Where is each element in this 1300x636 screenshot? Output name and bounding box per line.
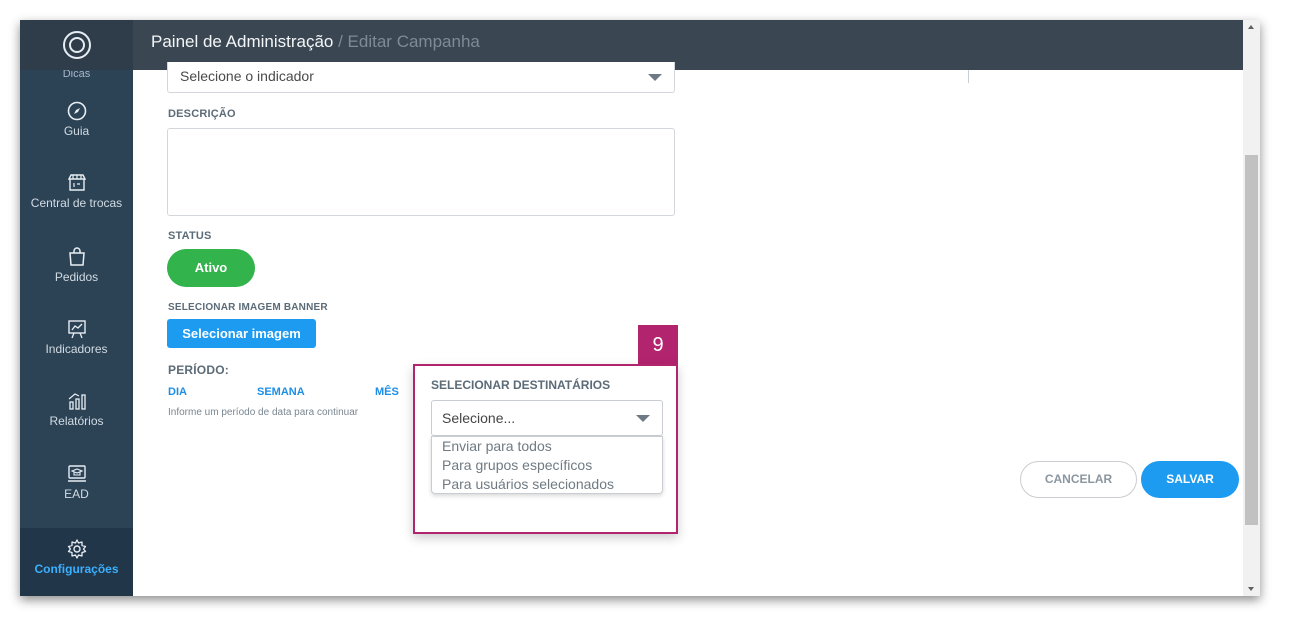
scrollbar-thumb[interactable] (1245, 155, 1258, 525)
header-title: Painel de Administração (151, 32, 334, 51)
period-option-dia[interactable]: DIA (168, 386, 187, 398)
description-textarea[interactable] (167, 128, 675, 216)
indicator-select[interactable]: Selecione o indicador (167, 62, 675, 93)
logo[interactable] (20, 20, 133, 70)
period-label: PERÍODO: (168, 363, 229, 377)
option-usuarios-selecionados[interactable]: Para usuários selecionados (432, 475, 662, 494)
cancel-button[interactable]: CANCELAR (1020, 461, 1137, 498)
sidebar-item-indicadores[interactable]: Indicadores (20, 318, 133, 356)
option-enviar-para-todos[interactable]: Enviar para todos (432, 437, 662, 456)
description-label: DESCRIÇÃO (168, 108, 236, 120)
sidebar-item-dicas[interactable]: Dicas (20, 70, 133, 78)
bag-icon (66, 246, 88, 268)
select-image-button[interactable]: Selecionar imagem (167, 319, 316, 348)
compass-icon (66, 100, 88, 122)
sidebar-item-label: Central de trocas (30, 196, 123, 210)
logo-icon (62, 31, 91, 59)
sidebar-item-guia[interactable]: Guia (20, 100, 133, 138)
sidebar-item-pedidos[interactable]: Pedidos (20, 246, 133, 284)
sidebar-item-label: Indicadores (45, 342, 108, 356)
report-chart-icon (66, 390, 88, 412)
sidebar-item-label: Relatórios (49, 414, 104, 428)
recipients-options-list: Enviar para todos Para grupos específico… (431, 436, 663, 494)
chevron-down-icon (648, 74, 662, 81)
store-icon (66, 172, 88, 194)
chevron-down-icon (636, 415, 650, 422)
gear-icon (66, 538, 88, 560)
scroll-up-icon[interactable] (1248, 25, 1254, 29)
period-hint: Informe um período de data para continua… (168, 407, 359, 418)
indicator-select-value: Selecione o indicador (180, 68, 314, 84)
save-button[interactable]: SALVAR (1141, 461, 1239, 498)
divider (968, 70, 969, 83)
recipients-label: SELECIONAR DESTINATÁRIOS (431, 378, 611, 392)
status-toggle-button[interactable]: Ativo (167, 249, 255, 287)
laptop-graduation-icon (66, 463, 88, 485)
vertical-scrollbar[interactable] (1243, 20, 1260, 596)
recipients-panel: SELECIONAR DESTINATÁRIOS Selecione... En… (413, 364, 678, 534)
page-title: Painel de Administração / Editar Campanh… (151, 32, 480, 52)
main-content: Selecione o indicador DESCRIÇÃO STATUS A… (133, 62, 1243, 596)
recipients-select-value: Selecione... (442, 410, 516, 426)
sidebar-item-relatorios[interactable]: Relatórios (20, 390, 133, 428)
sidebar: Dicas Guia Central de trocas Pedidos Ind… (20, 20, 133, 596)
banner-label: SELECIONAR IMAGEM BANNER (168, 302, 328, 313)
sidebar-item-label: EAD (64, 487, 89, 501)
presentation-chart-icon (66, 318, 88, 340)
step-badge: 9 (638, 325, 678, 365)
period-option-mes[interactable]: MÊS (375, 386, 399, 398)
app-window: Dicas Guia Central de trocas Pedidos Ind… (20, 20, 1260, 596)
option-grupos-especificos[interactable]: Para grupos específicos (432, 456, 662, 475)
sidebar-item-configuracoes[interactable]: Configurações (20, 528, 133, 596)
period-option-semana[interactable]: SEMANA (257, 386, 305, 398)
sidebar-item-label: Pedidos (54, 270, 99, 284)
sidebar-item-central-de-trocas[interactable]: Central de trocas (20, 172, 133, 210)
breadcrumb: / Editar Campanha (333, 32, 480, 51)
scroll-down-icon[interactable] (1248, 587, 1254, 591)
sidebar-item-label: Configurações (34, 562, 119, 576)
sidebar-item-label: Guia (63, 124, 90, 138)
sidebar-item-ead[interactable]: EAD (20, 463, 133, 501)
status-label: STATUS (168, 230, 212, 242)
recipients-select[interactable]: Selecione... (431, 400, 663, 436)
